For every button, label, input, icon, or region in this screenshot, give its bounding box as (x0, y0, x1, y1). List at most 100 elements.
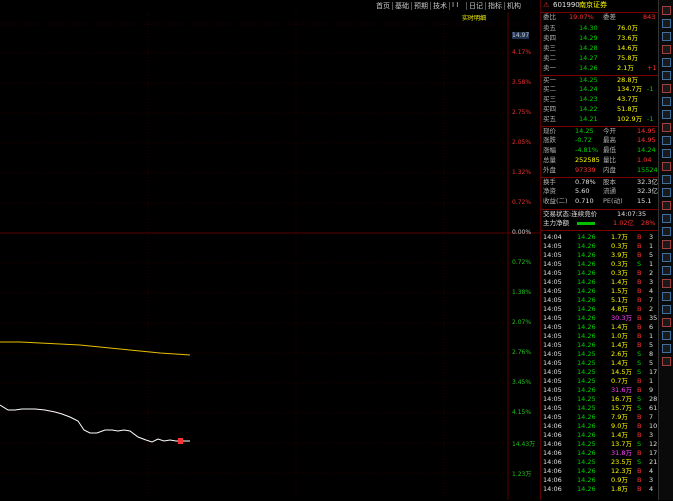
tick-row[interactable]: 14:05 14.26 0.3万 B 2 (541, 269, 659, 278)
tick-price: 14.26 (577, 260, 596, 268)
bid-row[interactable]: 买二 14.24 134.7万 -1 (541, 85, 659, 94)
tick-side: B (637, 485, 642, 493)
tick-count: 2 (649, 269, 654, 277)
ask-row[interactable]: 卖四 14.29 73.6万 (541, 34, 659, 43)
book-icon[interactable] (662, 214, 671, 223)
ask-row[interactable]: 卖五 14.30 76.0万 (541, 24, 659, 33)
calc-icon[interactable] (662, 123, 671, 132)
menu-item[interactable]: 基础 (395, 1, 409, 11)
tick-row[interactable]: 14:05 14.26 1.4万 B 6 (541, 323, 659, 332)
home-icon[interactable] (662, 19, 671, 28)
menu-item[interactable]: 技术 (433, 1, 447, 11)
alert-icon[interactable]: ⚠ (543, 1, 549, 10)
tick-row[interactable]: 14:06 14.26 0.9万 B 3 (541, 476, 659, 485)
down-icon[interactable] (662, 331, 671, 340)
star-icon[interactable] (662, 227, 671, 236)
menu-item[interactable]: 预期 (414, 1, 428, 11)
tick-row[interactable]: 14:05 14.26 1.5万 B 4 (541, 287, 659, 296)
pin-icon[interactable] (662, 266, 671, 275)
tick-row[interactable]: 14:05 14.26 0.3万 S 1 (541, 260, 659, 269)
price-axis-label: 0.72% (512, 199, 532, 206)
menu-item[interactable]: 日记 (469, 1, 483, 11)
f10-icon[interactable] (662, 97, 671, 106)
tick-row[interactable]: 14:05 14.26 5.1万 B 7 (541, 296, 659, 305)
link-icon[interactable] (662, 279, 671, 288)
bid-row[interactable]: 买五 14.21 102.9万 -1 (541, 115, 659, 124)
tag-icon[interactable] (662, 201, 671, 210)
tick-row[interactable]: 14:05 14.26 1.4万 B 5 (541, 341, 659, 350)
tick-list[interactable]: 14:04 14.26 1.7万 B 3 14:05 14.26 0.3万 B 1 14:05 14.… (541, 230, 659, 501)
flag-icon[interactable] (662, 162, 671, 171)
tick-count: 1 (649, 377, 654, 385)
up-icon[interactable] (662, 344, 671, 353)
help-icon[interactable] (662, 357, 671, 366)
chart-icon[interactable] (662, 45, 671, 54)
menu-item[interactable]: 首页 (376, 1, 390, 11)
tick-row[interactable]: 14:05 14.26 31.6万 B 9 (541, 386, 659, 395)
level-price: 14.26 (579, 64, 598, 72)
tick-count: 3 (649, 476, 654, 484)
menu-item[interactable]: 指标 (488, 1, 502, 11)
stock-icon[interactable] (662, 136, 671, 145)
back-icon[interactable] (662, 32, 671, 41)
tick-row[interactable]: 14:05 14.25 1.4万 S 5 (541, 359, 659, 368)
tick-row[interactable]: 14:05 14.25 15.7万 S 61 (541, 404, 659, 413)
phone-icon[interactable] (662, 305, 671, 314)
bid-row[interactable]: 买三 14.23 43.7万 (541, 95, 659, 104)
tick-row[interactable]: 14:05 14.25 2.6万 S 8 (541, 350, 659, 359)
tick-row[interactable]: 14:05 14.26 0.3万 B 1 (541, 242, 659, 251)
tick-row[interactable]: 14:05 14.26 1.4万 B 3 (541, 278, 659, 287)
price-axis-label: 0.00% (512, 229, 532, 236)
tick-row[interactable]: 14:06 14.25 13.7万 S 12 (541, 440, 659, 449)
menu-item[interactable]: I I (452, 1, 458, 9)
tick-price: 14.25 (577, 458, 596, 466)
intraday-chart[interactable]: 14.97 4.17% 3.58% 2.75% 2.05% 1.32% 0.72% 0.00%… (0, 12, 540, 500)
board-icon[interactable] (662, 149, 671, 158)
tick-price: 14.26 (577, 305, 596, 313)
menu-item[interactable]: 机构 (507, 1, 521, 11)
doc-icon[interactable] (662, 240, 671, 249)
tick-row[interactable]: 14:06 14.26 9.0万 B 10 (541, 422, 659, 431)
menu-separator (411, 2, 412, 10)
tick-row[interactable]: 14:06 14.26 1.8万 B 4 (541, 485, 659, 494)
tick-row[interactable]: 14:05 14.26 1.0万 B 1 (541, 332, 659, 341)
eye-icon[interactable] (662, 318, 671, 327)
settings-icon[interactable] (662, 253, 671, 262)
ask-row[interactable]: 卖一 14.26 2.1万 +1 (541, 64, 659, 73)
tick-time: 14:06 (543, 431, 562, 439)
tick-row[interactable]: 14:06 14.26 31.8万 B 17 (541, 449, 659, 458)
tick-row[interactable]: 14:05 14.26 30.3万 B 35 (541, 314, 659, 323)
tick-row[interactable]: 14:05 14.26 3.9万 B 5 (541, 251, 659, 260)
price-axis-label: 4.15% (512, 409, 532, 416)
window-icon[interactable] (662, 6, 671, 15)
tick-row[interactable]: 14:05 14.26 4.8万 B 2 (541, 305, 659, 314)
level-volume: 28.8万 (617, 76, 638, 84)
lock-icon[interactable] (662, 292, 671, 301)
tick-count: 7 (649, 296, 654, 304)
list-icon[interactable] (662, 58, 671, 67)
tick-row[interactable]: 14:05 14.25 0.7万 B 1 (541, 377, 659, 386)
menu-separator (449, 2, 450, 10)
stat-value: 14.95 (637, 136, 656, 144)
tick-row[interactable]: 14:05 14.26 7.9万 B 7 (541, 413, 659, 422)
tick-time: 14:06 (543, 467, 562, 475)
info-icon[interactable] (662, 84, 671, 93)
user-icon[interactable] (662, 188, 671, 197)
tick-row[interactable]: 14:06 14.26 12.3万 B 4 (541, 467, 659, 476)
tick-row[interactable]: 14:05 14.25 16.7万 S 28 (541, 395, 659, 404)
bid-row[interactable]: 买四 14.22 51.8万 (541, 105, 659, 114)
tick-side: B (637, 233, 642, 241)
tick-row[interactable]: 14:05 14.25 14.5万 S 17 (541, 368, 659, 377)
bell-icon[interactable] (662, 175, 671, 184)
tick-row[interactable]: 14:04 14.26 1.7万 B 3 (541, 233, 659, 242)
stat-value: -4.81% (575, 146, 598, 154)
tick-row[interactable]: 14:06 14.26 1.4万 B 3 (541, 431, 659, 440)
ask-row[interactable]: 卖三 14.28 14.6万 (541, 44, 659, 53)
news-icon[interactable] (662, 110, 671, 119)
bid-row[interactable]: 买一 14.25 28.8万 (541, 75, 659, 85)
ask-row[interactable]: 卖二 14.27 75.8万 (541, 54, 659, 63)
tick-row[interactable]: 14:06 14.25 23.5万 S 21 (541, 458, 659, 467)
grid-icon[interactable] (662, 71, 671, 80)
tick-side: B (637, 377, 642, 385)
tick-price: 14.26 (577, 467, 596, 475)
